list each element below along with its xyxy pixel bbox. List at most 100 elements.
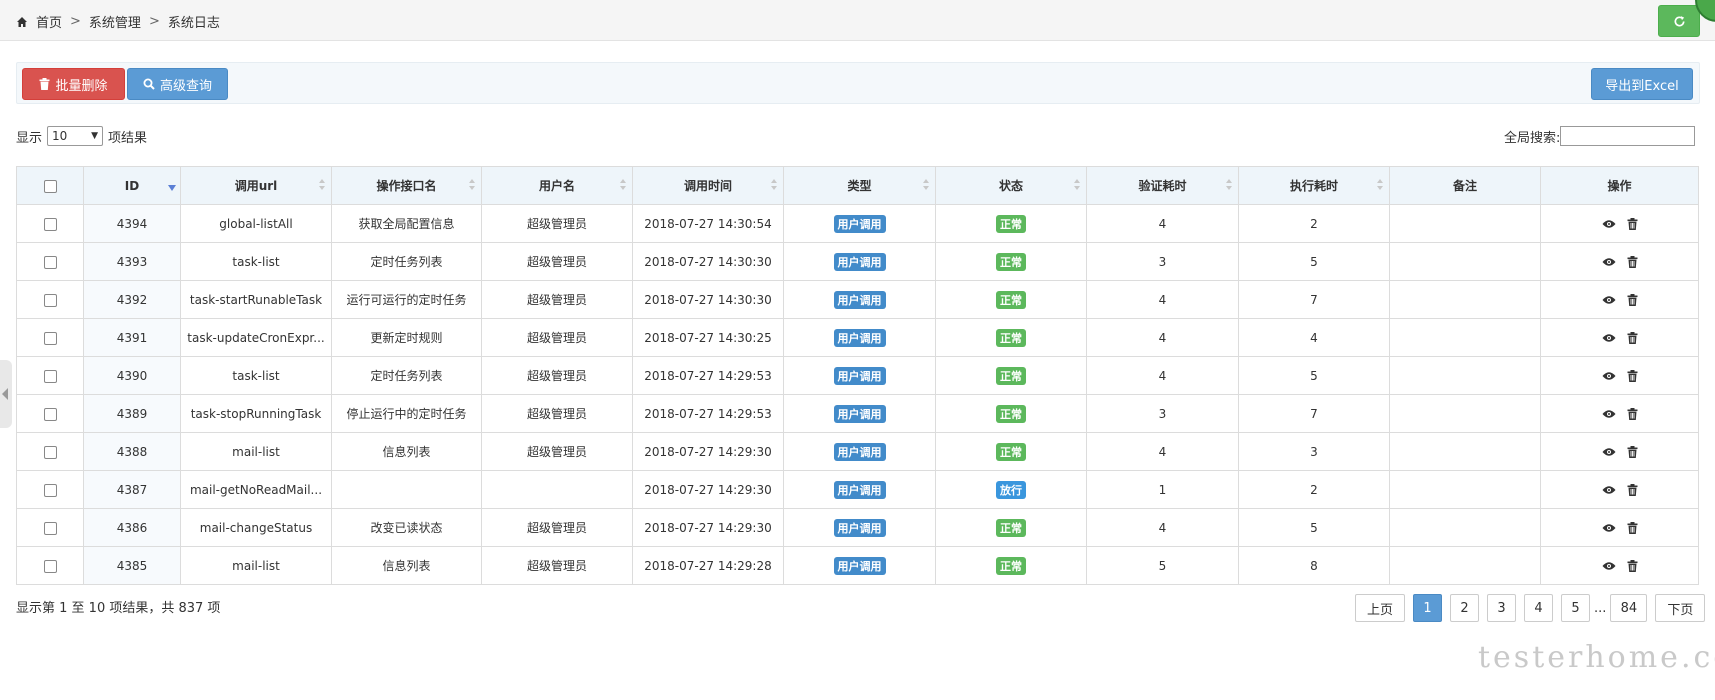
breadcrumb-system-management[interactable]: 系统管理 [89,12,141,31]
global-search-input[interactable] [1560,126,1696,146]
delete-icon[interactable] [1627,369,1638,382]
page-button[interactable]: 4 [1524,594,1553,622]
view-icon[interactable] [1602,257,1616,267]
view-icon[interactable] [1602,219,1616,229]
advanced-search-label: 高级查询 [159,78,212,94]
prev-page-button[interactable]: 上页 [1355,594,1405,622]
col-header-username[interactable]: 用户名 [481,166,633,205]
sidebar-toggle[interactable] [0,360,12,428]
row-checkbox[interactable] [43,217,57,231]
dropdown-arrow-icon: ▼ [91,131,99,141]
row-checkbox[interactable] [43,369,57,383]
row-checkbox[interactable] [43,293,57,307]
row-checkbox[interactable] [43,521,57,535]
view-icon[interactable] [1602,485,1616,495]
watermark: testerhome.com [1478,640,1715,675]
delete-icon[interactable] [1627,445,1638,458]
table-row: 4387 mail-getNoReadMail... 2018-07-27 14… [16,470,1699,509]
cell-call-time: 2018-07-27 14:30:54 [632,204,784,243]
type-badge: 用户调用 [833,404,886,423]
cell-api-name: 信息列表 [331,546,482,585]
cell-api-name: 定时任务列表 [331,242,482,281]
row-checkbox[interactable] [43,255,57,269]
view-icon[interactable] [1602,409,1616,419]
col-header-exec-time[interactable]: 执行耗时 [1238,166,1390,205]
table-row: 4385 mail-list 信息列表 超级管理员 2018-07-27 14:… [16,546,1699,585]
cell-auth-time: 4 [1086,280,1239,319]
view-icon[interactable] [1602,447,1616,457]
type-badge: 用户调用 [833,214,886,233]
cell-url: mail-list [180,546,332,585]
cell-id: 4391 [83,318,181,357]
page-button[interactable]: 1 [1413,594,1442,622]
row-checkbox[interactable] [43,483,57,497]
col-header-api-name[interactable]: 操作接口名 [331,166,482,205]
cell-id: 4393 [83,242,181,281]
cell-exec-time: 2 [1238,470,1390,509]
col-header-auth-time[interactable]: 验证耗时 [1086,166,1239,205]
delete-icon[interactable] [1627,521,1638,534]
page-button[interactable]: 5 [1561,594,1590,622]
delete-icon[interactable] [1627,559,1638,572]
cell-auth-time: 4 [1086,204,1239,243]
type-badge: 用户调用 [833,442,886,461]
cell-api-name: 信息列表 [331,432,482,471]
search-icon [143,78,155,90]
length-prefix: 显示 [16,130,43,146]
batch-delete-button[interactable]: 批量删除 [22,68,125,100]
delete-icon[interactable] [1627,293,1638,306]
table-row: 4386 mail-changeStatus 改变已读状态 超级管理员 2018… [16,508,1699,547]
view-icon[interactable] [1602,561,1616,571]
row-checkbox[interactable] [43,559,57,573]
export-excel-button[interactable]: 导出到Excel [1591,68,1693,100]
select-all-cell[interactable] [16,166,84,205]
delete-icon[interactable] [1627,255,1638,268]
cell-exec-time: 3 [1238,432,1390,471]
cell-username: 超级管理员 [481,204,633,243]
type-badge: 用户调用 [833,480,886,499]
breadcrumb-separator: > [70,14,81,29]
pagination-ellipsis: ... [1594,600,1607,616]
col-header-id[interactable]: ID [83,166,181,205]
select-all-checkbox[interactable] [43,179,57,193]
view-icon[interactable] [1602,371,1616,381]
col-header-type[interactable]: 类型 [783,166,936,205]
page-length-select[interactable]: 10 ▼ [47,126,104,146]
view-icon[interactable] [1602,333,1616,343]
breadcrumb-home[interactable]: 首页 [36,12,62,31]
delete-icon[interactable] [1627,483,1638,496]
row-checkbox[interactable] [43,407,57,421]
cell-exec-time: 5 [1238,242,1390,281]
delete-icon[interactable] [1627,217,1638,230]
view-icon[interactable] [1602,523,1616,533]
last-page-button[interactable]: 84 [1610,594,1648,622]
type-badge: 用户调用 [833,366,886,385]
cell-auth-time: 4 [1086,508,1239,547]
table-info: 显示第 1 至 10 项结果，共 837 项 [16,601,221,616]
cell-username: 超级管理员 [481,280,633,319]
row-checkbox[interactable] [43,445,57,459]
advanced-search-button[interactable]: 高级查询 [127,68,228,100]
cell-username: 超级管理员 [481,318,633,357]
cell-call-time: 2018-07-27 14:29:28 [632,546,784,585]
pagination: 上页 1 2 3 4 5 ... 84 下页 [1355,594,1706,622]
cell-exec-time: 7 [1238,280,1390,319]
cell-username: 超级管理员 [481,242,633,281]
cell-url: mail-getNoReadMail... [180,470,332,509]
col-header-url[interactable]: 调用url [180,166,332,205]
cell-url: task-list [180,356,332,395]
cell-id: 4394 [83,204,181,243]
next-page-button[interactable]: 下页 [1655,594,1706,622]
row-checkbox[interactable] [43,331,57,345]
global-search-control: 全局搜索: [1504,126,1696,146]
refresh-button[interactable] [1658,5,1700,37]
page-button[interactable]: 3 [1487,594,1516,622]
col-header-call-time[interactable]: 调用时间 [632,166,784,205]
view-icon[interactable] [1602,295,1616,305]
col-header-status[interactable]: 状态 [935,166,1087,205]
page-button[interactable]: 2 [1450,594,1479,622]
cell-note [1389,432,1541,471]
delete-icon[interactable] [1627,331,1638,344]
sort-icon [1074,179,1080,191]
delete-icon[interactable] [1627,407,1638,420]
